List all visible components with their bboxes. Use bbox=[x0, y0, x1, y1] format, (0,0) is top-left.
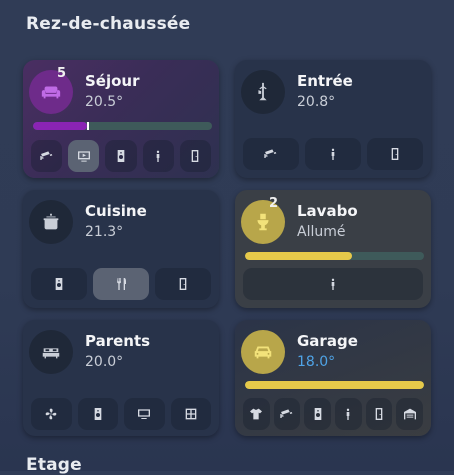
door-button[interactable] bbox=[365, 398, 393, 430]
room-name: Parents bbox=[85, 332, 151, 350]
window-button[interactable] bbox=[170, 398, 211, 430]
speaker-button[interactable] bbox=[304, 398, 332, 430]
door-icon bbox=[179, 278, 187, 290]
car-icon[interactable] bbox=[241, 330, 285, 374]
speaker-icon bbox=[55, 278, 63, 290]
door-icon bbox=[192, 150, 199, 162]
sofa-icon[interactable] bbox=[29, 70, 73, 114]
tv-button[interactable] bbox=[124, 398, 165, 430]
room-name: Garage bbox=[297, 332, 358, 350]
door-icon bbox=[375, 408, 383, 420]
camera-button[interactable] bbox=[31, 140, 63, 172]
active-count-badge: 5 bbox=[57, 66, 67, 81]
motion-button[interactable] bbox=[142, 140, 174, 172]
camera-icon bbox=[39, 151, 52, 160]
room-temperature: 20.5° bbox=[85, 94, 124, 110]
fork-knife-icon bbox=[117, 278, 126, 290]
fan-icon bbox=[45, 408, 57, 420]
level-slider[interactable] bbox=[33, 122, 212, 130]
room-name: Cuisine bbox=[85, 202, 147, 220]
laundry-button[interactable] bbox=[243, 398, 270, 430]
room-card-parents[interactable]: Parents 20.0° bbox=[23, 320, 219, 436]
level-fill bbox=[245, 252, 353, 260]
section-title-upper-floor: Etage bbox=[26, 455, 82, 475]
room-temperature: 18.0° bbox=[297, 354, 336, 370]
person-icon bbox=[156, 150, 160, 162]
room-card-garage[interactable]: Garage 18.0° bbox=[235, 320, 431, 436]
speaker-icon bbox=[314, 408, 322, 420]
speaker-icon bbox=[94, 408, 102, 420]
tv-button[interactable] bbox=[68, 140, 100, 172]
level-slider[interactable] bbox=[245, 381, 424, 389]
garage-door-icon bbox=[403, 408, 416, 420]
room-temperature: 20.0° bbox=[85, 354, 124, 370]
room-card-entree[interactable]: Entrée 20.8° bbox=[235, 60, 431, 178]
room-card-cuisine[interactable]: Cuisine 21.3° bbox=[23, 190, 219, 308]
level-handle[interactable] bbox=[86, 122, 89, 130]
camera-icon bbox=[264, 149, 277, 158]
speaker-button[interactable] bbox=[77, 398, 118, 430]
room-name: Entrée bbox=[297, 72, 353, 90]
room-name: Séjour bbox=[85, 72, 140, 90]
room-card-lavabo[interactable]: 2 Lavabo Allumé bbox=[235, 190, 431, 308]
door-button[interactable] bbox=[155, 268, 211, 300]
room-temperature: 21.3° bbox=[85, 224, 124, 240]
coat-rack-icon[interactable] bbox=[241, 70, 285, 114]
speaker-icon bbox=[117, 150, 125, 162]
room-card-sejour[interactable]: 5 Séjour 20.5° bbox=[23, 60, 219, 178]
room-status: Allumé bbox=[297, 224, 346, 240]
active-count-badge: 2 bbox=[269, 196, 279, 211]
door-button[interactable] bbox=[179, 140, 212, 172]
level-fill bbox=[245, 381, 424, 389]
camera-button[interactable] bbox=[273, 398, 301, 430]
camera-button[interactable] bbox=[243, 138, 299, 170]
speaker-button[interactable] bbox=[105, 140, 137, 172]
cooking-pot-icon[interactable] bbox=[29, 200, 73, 244]
motion-button[interactable] bbox=[305, 138, 361, 170]
level-fill bbox=[33, 122, 87, 130]
camera-icon bbox=[280, 409, 293, 418]
monitor-icon bbox=[138, 409, 151, 419]
speaker-button[interactable] bbox=[31, 268, 87, 300]
room-temperature: 20.8° bbox=[297, 94, 336, 110]
level-slider[interactable] bbox=[245, 252, 424, 260]
toilet-icon[interactable] bbox=[241, 200, 285, 244]
window-icon bbox=[185, 408, 197, 420]
person-icon bbox=[347, 408, 350, 420]
fan-button[interactable] bbox=[31, 398, 72, 430]
garage-door-button[interactable] bbox=[396, 398, 424, 430]
motion-button[interactable] bbox=[335, 398, 362, 430]
bed-icon[interactable] bbox=[29, 330, 73, 374]
door-icon bbox=[391, 148, 399, 160]
dining-button[interactable] bbox=[93, 268, 149, 300]
person-icon bbox=[331, 278, 335, 290]
tshirt-icon bbox=[250, 408, 263, 420]
room-name: Lavabo bbox=[297, 202, 358, 220]
person-icon bbox=[331, 148, 335, 160]
section-title-ground-floor: Rez-de-chaussée bbox=[26, 14, 191, 34]
door-button[interactable] bbox=[367, 138, 423, 170]
motion-button[interactable] bbox=[243, 268, 423, 300]
tv-play-icon bbox=[77, 151, 90, 162]
